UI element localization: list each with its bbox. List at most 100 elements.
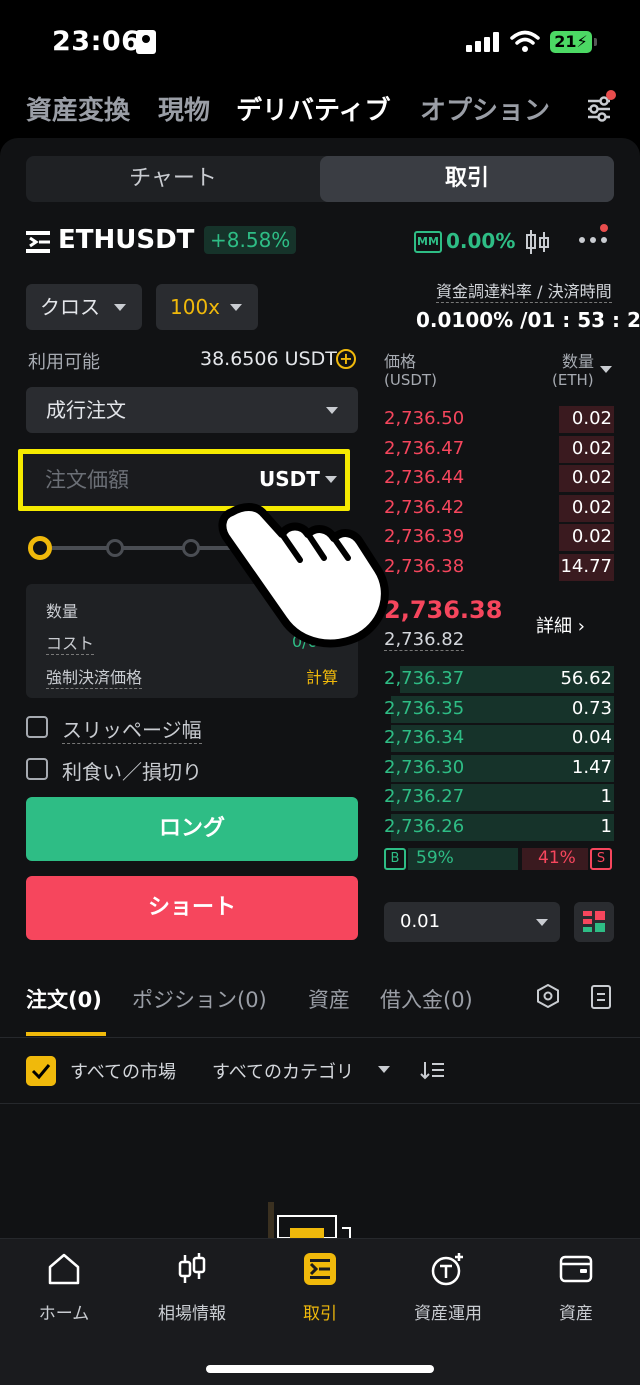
ask-row[interactable]: 2,736.42 0.02	[384, 494, 614, 523]
tpsl-option[interactable]: 利食い／損切り	[26, 756, 226, 786]
amount-unit-selector[interactable]: USDT	[259, 467, 320, 491]
pointing-hand-icon	[218, 503, 389, 648]
slider-node-25[interactable]	[106, 539, 124, 557]
slider-node-50[interactable]	[182, 539, 200, 557]
calculator-link[interactable]: 計算	[306, 664, 338, 688]
ob-qty-unit: (ETH)	[552, 371, 594, 389]
nav-assets[interactable]: 資産	[512, 1239, 640, 1339]
transfer-plus-icon[interactable]: +	[336, 349, 356, 369]
orders-tabs: 注文(0) ポジション(0) 資産 借入金(0)	[0, 972, 640, 1038]
order-qty: 0.02	[571, 496, 612, 518]
ob-price-unit: (USDT)	[384, 371, 437, 389]
ask-row[interactable]: 2,736.47 0.02	[384, 435, 614, 464]
order-amount-input[interactable]	[45, 463, 235, 497]
buy-sell-ratio: B 59% 41% S	[384, 846, 614, 872]
funding-rate-label[interactable]: 資金調達料率 / 決済時間	[436, 278, 612, 303]
order-type-dropdown[interactable]: 成行注文	[26, 387, 358, 433]
short-button[interactable]: ショート	[26, 876, 358, 940]
tpsl-checkbox[interactable]	[26, 758, 48, 780]
nav-earn[interactable]: 資産運用	[384, 1239, 512, 1339]
order-type-value: 成行注文	[46, 398, 126, 422]
signal-icon	[466, 32, 499, 52]
empty-state-icon	[268, 1202, 351, 1238]
view-switcher: チャート 取引	[26, 156, 614, 202]
candlestick-icon[interactable]	[524, 228, 552, 256]
hexagon-settings-icon[interactable]	[536, 984, 560, 1008]
earn-icon	[431, 1253, 463, 1286]
funding-rate-value: 0.0100% /01 : 53 : 23	[416, 308, 640, 332]
buy-tag: B	[384, 848, 406, 870]
status-bar: 23:06 21⚡	[0, 0, 640, 80]
chevron-down-icon	[230, 304, 242, 311]
all-markets-filter[interactable]: すべての市場	[70, 1058, 176, 1084]
battery-indicator: 21⚡	[550, 31, 592, 53]
nav-home[interactable]: ホーム	[0, 1239, 128, 1339]
slippage-checkbox[interactable]	[26, 716, 48, 738]
filter-row: すべての市場 すべてのカテゴリ	[0, 1040, 640, 1104]
price-step-value: 0.01	[400, 911, 441, 932]
tab-derivatives[interactable]: デリバティブ	[236, 90, 390, 127]
wallet-icon	[559, 1255, 593, 1283]
available-balance: 38.6506 USDT	[200, 348, 337, 370]
long-button[interactable]: ロング	[26, 797, 358, 861]
order-price: 2,736.26	[384, 816, 465, 837]
ask-row[interactable]: 2,736.39 0.02	[384, 523, 614, 552]
nav-assets-label: 資産	[559, 1304, 593, 1324]
chevron-down-icon	[536, 919, 548, 926]
order-qty: 56.62	[560, 668, 612, 689]
more-icon[interactable]	[578, 236, 608, 244]
ob-qty-header[interactable]: 数量	[562, 348, 594, 372]
document-icon[interactable]	[590, 984, 612, 1010]
nav-trade[interactable]: 取引	[256, 1239, 384, 1339]
futures-icon[interactable]	[26, 231, 50, 253]
tab-borrowings[interactable]: 借入金(0)	[380, 984, 473, 1014]
bid-row[interactable]: 2,736.26 1	[384, 813, 614, 842]
bid-row[interactable]: 2,736.37 56.62	[384, 665, 614, 694]
order-qty: 0.04	[571, 727, 612, 749]
symbol-name[interactable]: ETHUSDT	[58, 225, 194, 255]
check-icon[interactable]	[26, 1056, 56, 1086]
ask-row[interactable]: 2,736.38 14.77	[384, 553, 614, 582]
tab-trade[interactable]: 取引	[320, 156, 614, 202]
order-price: 2,736.39	[384, 526, 465, 548]
slippage-option[interactable]: スリッページ幅	[26, 714, 226, 744]
price-step-dropdown[interactable]: 0.01	[384, 902, 560, 942]
chevron-down-icon	[325, 476, 337, 483]
bid-row[interactable]: 2,736.34 0.04	[384, 724, 614, 753]
bid-row[interactable]: 2,736.30 1.47	[384, 754, 614, 783]
tpsl-label: 利食い／損切り	[62, 760, 202, 784]
tab-convert[interactable]: 資産変換	[26, 90, 130, 127]
tab-orders[interactable]: 注文(0)	[26, 984, 102, 1014]
order-qty: 0.02	[571, 467, 612, 489]
bid-row[interactable]: 2,736.35 0.73	[384, 695, 614, 724]
more-notification-dot	[600, 224, 608, 232]
bid-row[interactable]: 2,736.27 1	[384, 783, 614, 812]
order-price: 2,736.34	[384, 727, 465, 749]
nav-markets[interactable]: 相場情報	[128, 1239, 256, 1339]
order-qty: 14.77	[560, 556, 612, 577]
order-qty: 0.02	[571, 437, 612, 459]
order-price: 2,736.35	[384, 697, 465, 719]
home-icon	[48, 1253, 80, 1285]
margin-mode-dropdown[interactable]: クロス	[26, 284, 142, 330]
chevron-down-icon	[114, 304, 126, 311]
ask-row[interactable]: 2,736.50 0.02	[384, 405, 614, 434]
mm-value: 0.00%	[446, 229, 516, 253]
details-link[interactable]: 詳細 ›	[536, 612, 585, 638]
tab-chart[interactable]: チャート	[26, 156, 320, 202]
order-price: 2,736.47	[384, 437, 465, 459]
order-qty: 1.47	[571, 756, 612, 778]
tab-positions[interactable]: ポジション(0)	[132, 984, 267, 1014]
tab-assets[interactable]: 資産	[308, 984, 350, 1014]
category-filter[interactable]: すべてのカテゴリ	[212, 1058, 354, 1084]
tab-options[interactable]: オプション	[420, 90, 550, 127]
order-price: 2,736.30	[384, 756, 465, 778]
sell-tag: S	[590, 848, 612, 870]
orderbook-layout-icon[interactable]	[574, 902, 614, 942]
tab-spot[interactable]: 現物	[158, 90, 210, 127]
ask-row[interactable]: 2,736.44 0.02	[384, 464, 614, 493]
leverage-dropdown[interactable]: 100x	[156, 284, 258, 330]
nav-trade-label: 取引	[303, 1304, 337, 1324]
sort-icon[interactable]	[420, 1060, 446, 1080]
slider-handle[interactable]	[28, 536, 52, 560]
